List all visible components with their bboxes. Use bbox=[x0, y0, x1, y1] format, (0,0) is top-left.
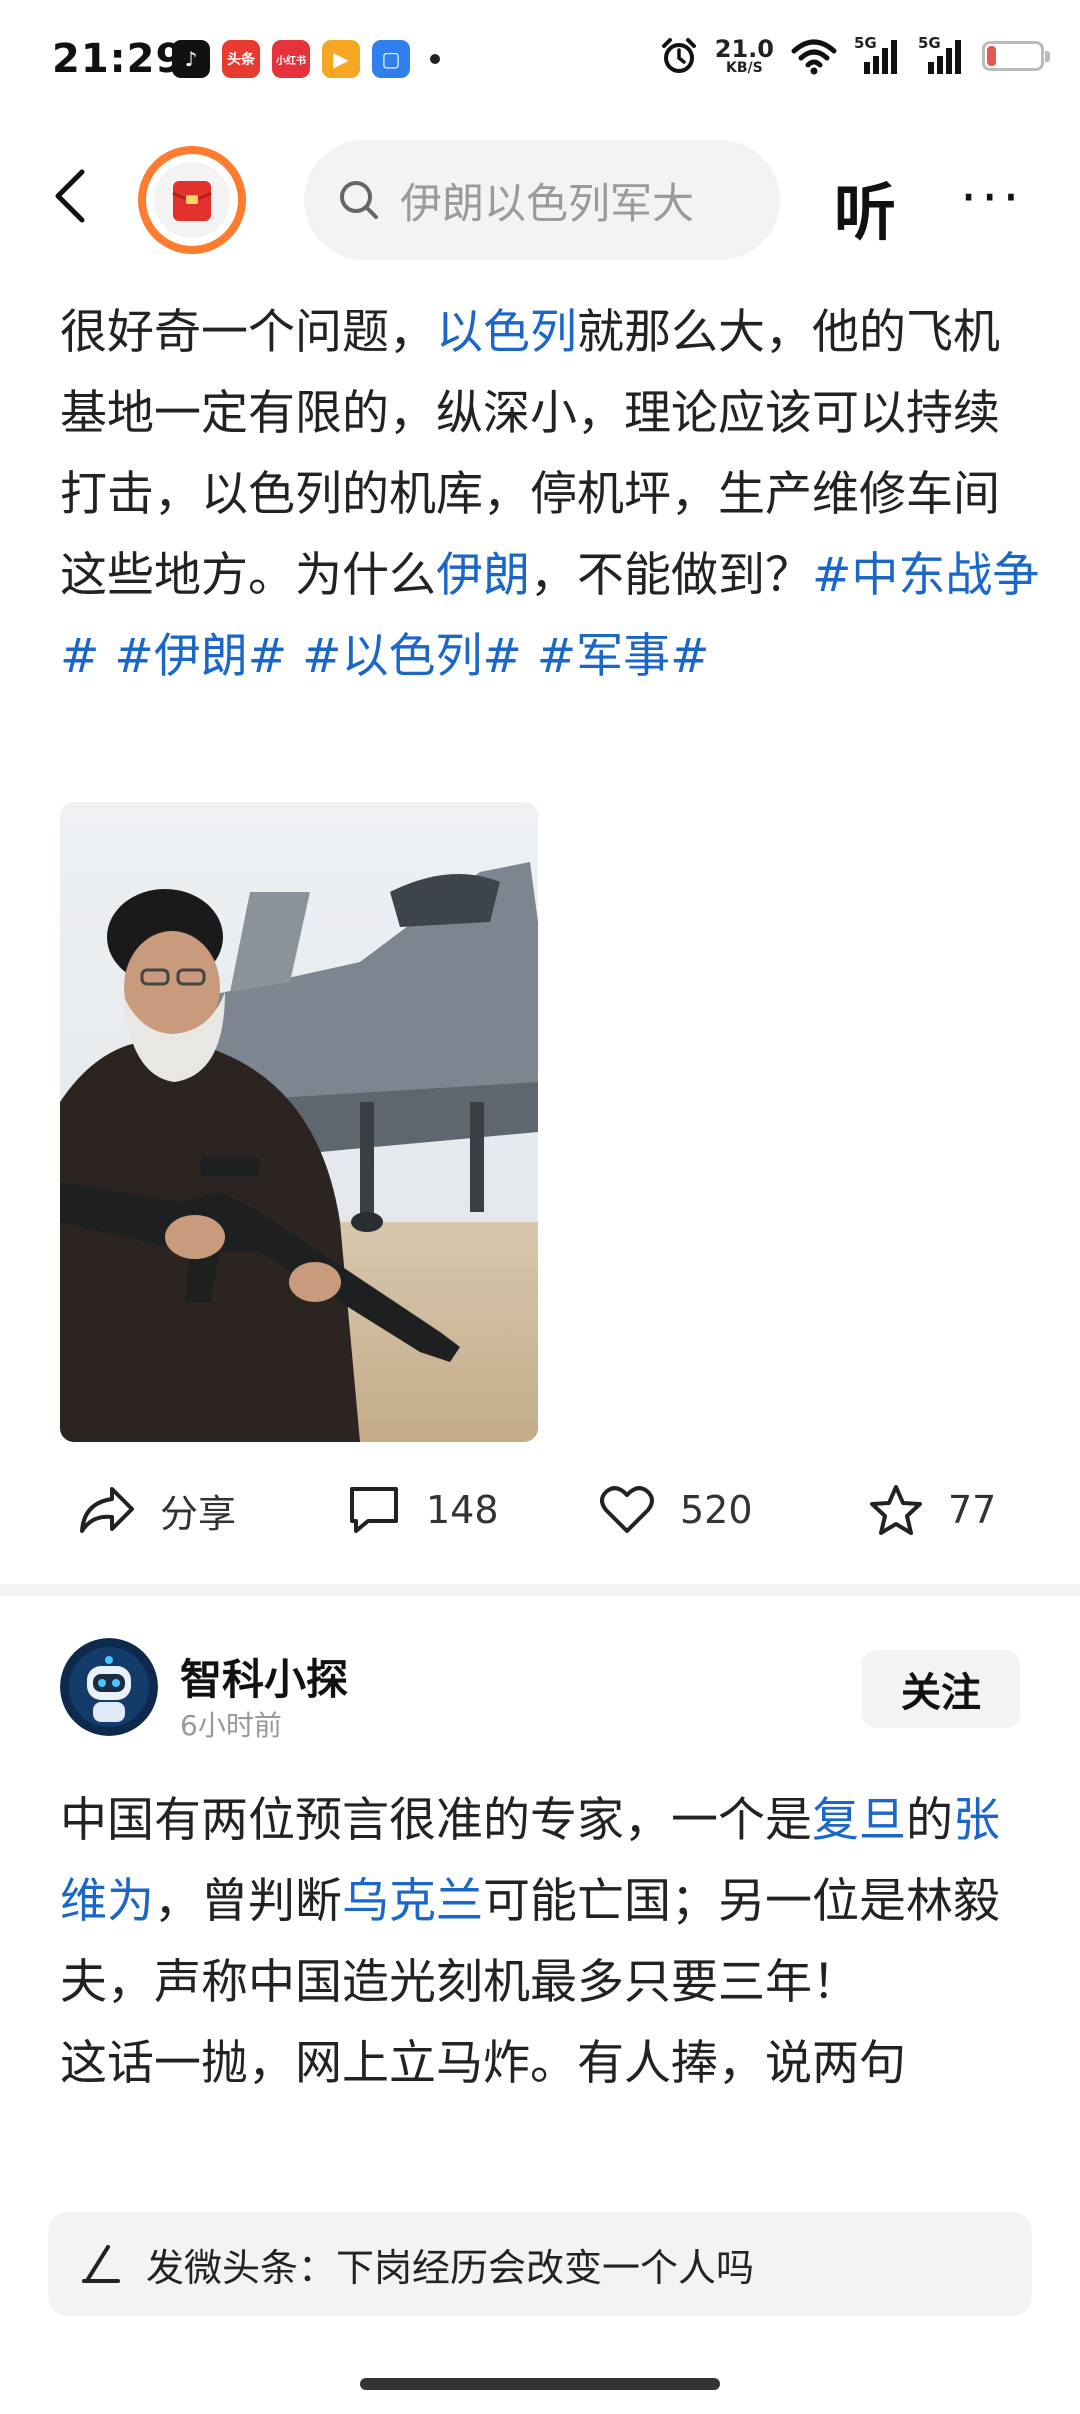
text-segment bbox=[287, 629, 302, 684]
post-action-bar: 分享 148 520 77 bbox=[0, 1460, 1080, 1560]
post2-body-text: 中国有两位预言很准的专家，一个是复旦的张维为，曾判断乌克兰可能亡国；另一位是林毅… bbox=[60, 1780, 1040, 2104]
red-packet-icon bbox=[154, 162, 230, 238]
pen-icon bbox=[82, 2245, 120, 2283]
back-arrow-icon[interactable] bbox=[44, 166, 104, 226]
robot-avatar-icon bbox=[60, 1638, 158, 1736]
wifi-icon bbox=[791, 39, 837, 75]
tiktok-icon: ♪ bbox=[172, 40, 210, 78]
comment-count: 148 bbox=[426, 1488, 499, 1532]
signal-bars-icon bbox=[864, 40, 897, 74]
compose-bar[interactable]: 发微头条：下岗经历会改变一个人吗 bbox=[48, 2212, 1032, 2316]
post-body-text: 很好奇一个问题，以色列就那么大，他的飞机基地一定有限的，纵深小，理论应该可以持续… bbox=[60, 292, 1040, 697]
text-segment: ，曾判断 bbox=[154, 1874, 342, 1929]
text-segment bbox=[522, 629, 537, 684]
text-segment: 这话一抛，网上立马炸。有人捧，说两句 bbox=[60, 2036, 906, 2091]
follow-button[interactable]: 关注 bbox=[862, 1650, 1020, 1728]
favorite-count: 77 bbox=[948, 1488, 997, 1532]
post-time: 6小时前 bbox=[180, 1709, 282, 1742]
files-app-icon: ▢ bbox=[372, 40, 410, 78]
battery-level: 17 bbox=[999, 44, 1027, 68]
author-name[interactable]: 智科小探 bbox=[180, 1646, 348, 1707]
author-avatar[interactable] bbox=[60, 1638, 158, 1736]
search-icon bbox=[340, 181, 378, 219]
topic-link[interactable]: #伊朗# bbox=[114, 629, 287, 684]
topic-link[interactable]: 乌克兰 bbox=[342, 1874, 483, 1929]
author-row: 智科小探 6小时前 关注 bbox=[60, 1638, 1020, 1742]
post-image[interactable] bbox=[60, 802, 538, 1442]
text-segment: ，不能做到？ bbox=[530, 548, 812, 603]
status-bar: 21:29 ♪ 头条 小红书 ▶ ▢ 21.0 KB/S 5G 5G 17 bbox=[0, 0, 1080, 126]
text-segment: 很好奇一个问题， bbox=[60, 305, 436, 360]
share-button[interactable]: 分享 bbox=[78, 1460, 236, 1560]
net-speed: 21.0 KB/S bbox=[715, 37, 774, 75]
topic-link[interactable]: 以色列 bbox=[436, 305, 577, 360]
post-photo bbox=[60, 802, 538, 1442]
favorite-button[interactable]: 77 bbox=[868, 1460, 996, 1560]
share-label: 分享 bbox=[160, 1491, 237, 1536]
like-count: 520 bbox=[680, 1488, 753, 1532]
toutiao-icon: 头条 bbox=[222, 40, 260, 78]
comment-icon bbox=[350, 1487, 398, 1533]
text-segment bbox=[99, 629, 114, 684]
topic-link[interactable]: 伊朗 bbox=[436, 548, 530, 603]
video-app-icon: ▶ bbox=[322, 40, 360, 78]
compose-prompt: 发微头条：下岗经历会改变一个人吗 bbox=[146, 2245, 755, 2290]
status-time: 21:29 bbox=[52, 36, 185, 82]
more-options-button[interactable]: ··· bbox=[960, 166, 1024, 229]
signal-bars-icon bbox=[928, 40, 961, 74]
more-notifications-dot bbox=[430, 54, 440, 64]
heart-icon bbox=[600, 1486, 654, 1533]
section-divider bbox=[0, 1584, 1080, 1596]
topic-link[interactable]: #以色列# bbox=[302, 629, 522, 684]
comment-button[interactable]: 148 bbox=[346, 1460, 499, 1560]
net-speed-unit: KB/S bbox=[726, 60, 763, 76]
listen-button[interactable]: 听 bbox=[834, 162, 896, 252]
alarm-icon bbox=[661, 38, 696, 73]
star-icon bbox=[870, 1485, 922, 1535]
topic-link[interactable]: 复旦 bbox=[812, 1793, 906, 1848]
text-segment: 的 bbox=[906, 1793, 953, 1848]
net-speed-value: 21.0 bbox=[714, 35, 774, 63]
status-indicators: 21.0 KB/S 5G 5G 17 bbox=[659, 34, 1050, 76]
like-button[interactable]: 520 bbox=[598, 1460, 753, 1560]
home-indicator[interactable] bbox=[360, 2378, 720, 2390]
cell-signal-2: 5G bbox=[918, 34, 966, 76]
top-nav: 伊朗以色列军大 听 ··· bbox=[0, 136, 1080, 260]
topic-link[interactable]: #军事# bbox=[537, 629, 710, 684]
cell-signal-1: 5G bbox=[854, 34, 902, 76]
xiaohongshu-icon: 小红书 bbox=[272, 40, 310, 78]
search-placeholder: 伊朗以色列军大 bbox=[400, 178, 695, 228]
search-bar[interactable]: 伊朗以色列军大 bbox=[304, 140, 780, 260]
battery-icon: 17 bbox=[982, 41, 1050, 71]
text-segment: 中国有两位预言很准的专家，一个是 bbox=[60, 1793, 812, 1848]
red-packet-button[interactable] bbox=[138, 146, 246, 254]
notification-icons: ♪ 头条 小红书 ▶ ▢ bbox=[172, 40, 440, 78]
share-icon bbox=[80, 1487, 134, 1533]
